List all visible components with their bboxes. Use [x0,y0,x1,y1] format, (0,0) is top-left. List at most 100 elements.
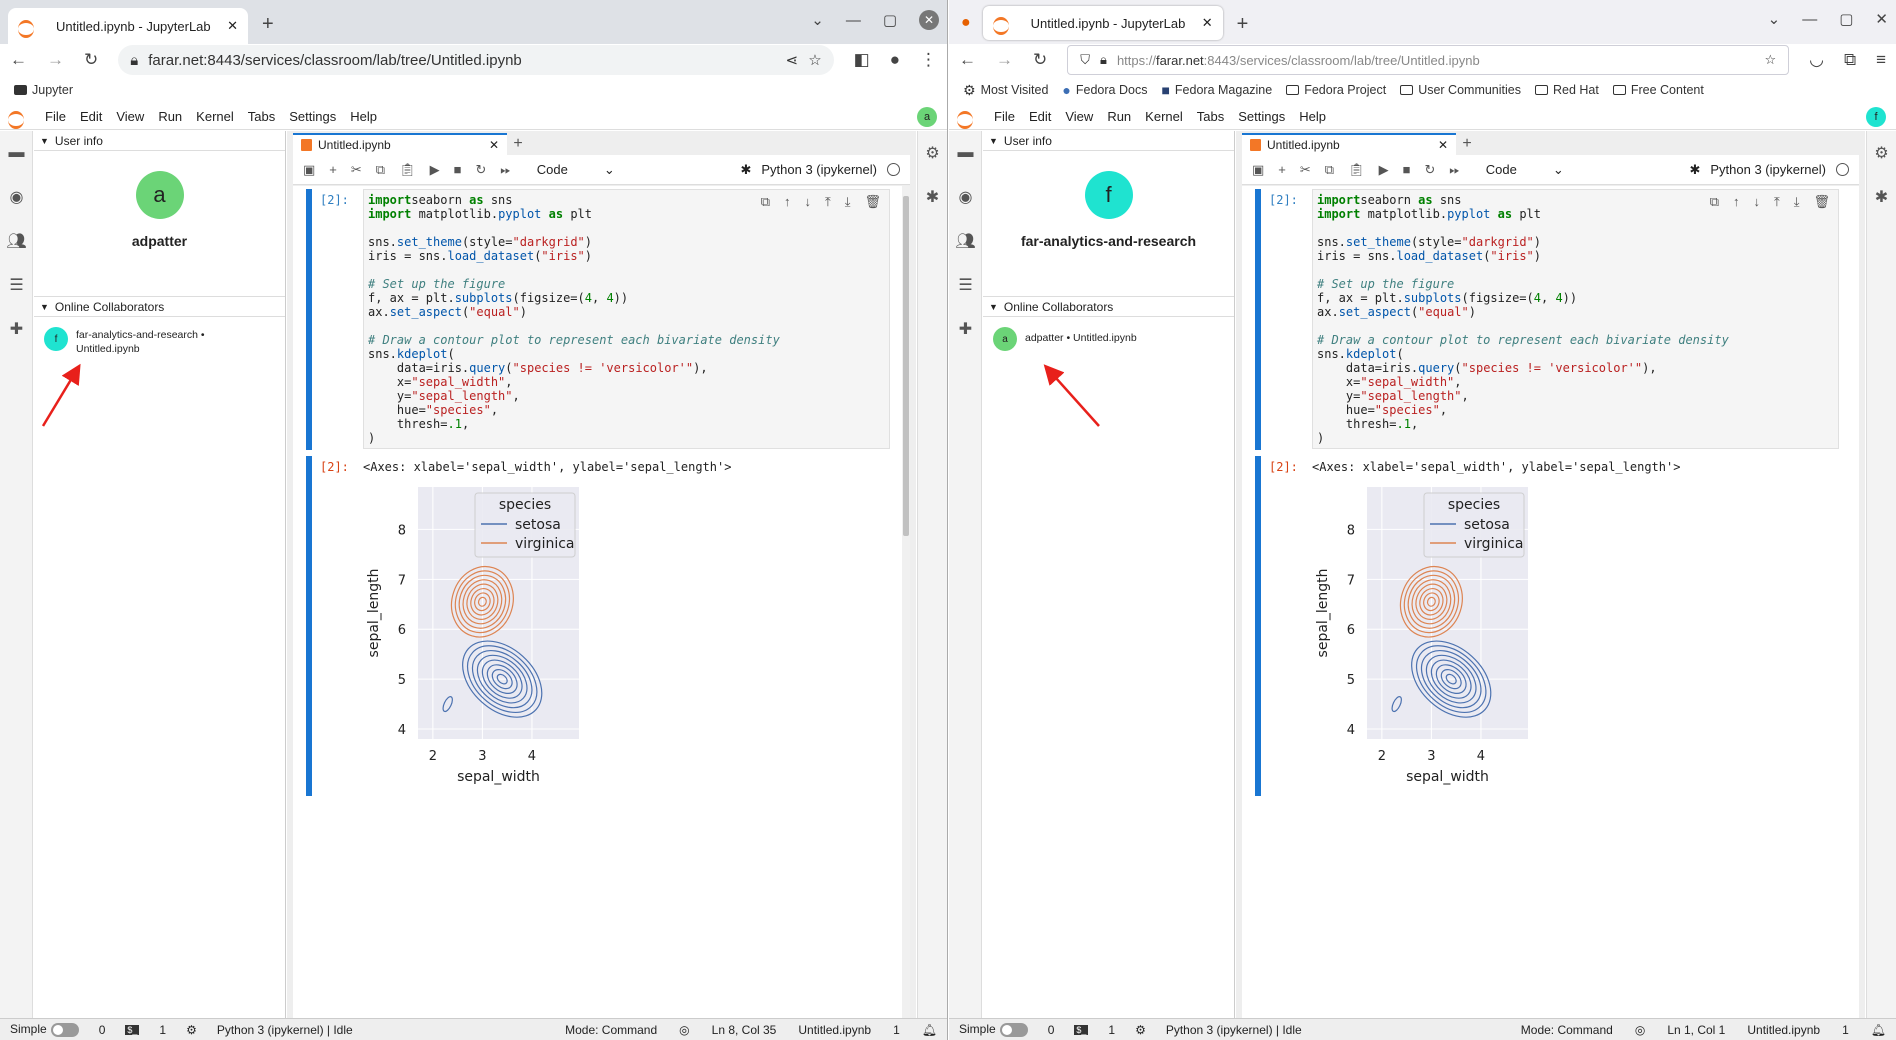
code-line[interactable]: y="sepal_length", [368,389,885,403]
code-line[interactable]: iris = sns.load_dataset("iris") [368,249,885,263]
menu-help[interactable]: Help [343,109,384,124]
save-icon[interactable]: ▣ [303,162,315,178]
move-up-icon[interactable]: ↑ [1733,194,1740,210]
new-tab-button[interactable]: + [1237,13,1249,36]
minimize-icon[interactable]: — [846,12,861,29]
output-selection-bar[interactable] [306,456,312,796]
run-icon[interactable]: ▶ [1379,162,1389,178]
kernel-indicator[interactable]: ✱ Python 3 (ipykernel) [740,162,900,178]
code-line[interactable]: ) [1317,431,1834,445]
extensions-icon[interactable]: ⧉ [1844,50,1856,70]
online-collaborators-header[interactable]: ▼ Online Collaborators [983,297,1234,317]
new-launcher-button[interactable]: + [507,133,529,155]
bookmark-fedora-docs[interactable]: ● Fedora Docs [1062,82,1147,98]
bookmark-most-visited[interactable]: ⚙ Most Visited [963,82,1048,99]
new-launcher-button[interactable]: + [1456,133,1478,155]
menu-file[interactable]: File [987,109,1022,124]
code-line[interactable]: f, ax = plt.subplots(figsize=(4, 4)) [368,291,885,305]
toggle-switch[interactable] [50,1022,79,1037]
menu-icon[interactable]: ≡ [1876,50,1886,70]
copy-icon[interactable]: ⧉ [376,162,385,178]
code-line[interactable]: hue="species", [368,403,885,417]
run-all-icon[interactable]: ⏩︎ [500,162,510,178]
move-up-icon[interactable]: ↑ [784,194,791,210]
address-bar[interactable]: 🔒︎ farar.net:8443/services/classroom/lab… [118,45,834,75]
bookmark-star-icon[interactable]: ☆ [1764,52,1776,68]
reload-icon[interactable]: ↻ [1033,50,1047,70]
bookmark-user-communities[interactable]: User Communities [1400,83,1521,97]
close-icon[interactable]: ✕ [489,138,499,152]
code-line[interactable]: # Set up the figure [368,277,885,291]
minimize-icon[interactable]: — [1802,11,1817,28]
code-line[interactable]: ax.set_aspect("equal") [368,305,885,319]
close-window-icon[interactable]: ✕ [919,10,939,30]
back-icon[interactable]: ← [10,50,27,70]
extensions-icon[interactable]: ✚ [949,307,982,351]
tab-untitled-ipynb[interactable]: Untitled.ipynb ✕ [293,133,507,155]
cut-icon[interactable]: ✂ [351,162,362,178]
duplicate-icon[interactable]: ⧉ [761,194,770,210]
code-line[interactable]: sns.set_theme(style="darkgrid") [368,235,885,249]
debugger-sidebar-icon[interactable]: ✱ [1867,175,1896,219]
reload-icon[interactable]: ↻ [84,50,98,70]
output-selection-bar[interactable] [1255,456,1261,796]
insert-below-icon[interactable]: ⤓ [1794,194,1800,210]
forward-icon[interactable]: → [47,50,64,70]
code-line[interactable]: ax.set_aspect("equal") [1317,305,1834,319]
duplicate-icon[interactable]: ⧉ [1710,194,1719,210]
menu-icon[interactable]: ⋮ [920,50,937,70]
running-icon[interactable]: ◉ [0,175,33,219]
property-inspector-icon[interactable]: ⚙ [1867,131,1896,175]
property-inspector-icon[interactable]: ⚙ [918,131,947,175]
bookmark-star-icon[interactable]: ☆ [808,51,821,69]
user-info-header[interactable]: ▼ User info [34,131,285,151]
simple-mode-toggle[interactable]: Simple [959,1022,1028,1037]
code-line[interactable]: y="sepal_length", [1317,389,1834,403]
code-line[interactable]: x="sepal_width", [1317,375,1834,389]
copy-icon[interactable]: ⧉ [1325,162,1334,178]
close-window-icon[interactable]: ✕ [1875,10,1888,28]
tab-untitled-ipynb[interactable]: Untitled.ipynb ✕ [1242,133,1456,155]
code-cell-editor[interactable]: importseaborn as sns import matplotlib.py… [1312,189,1839,449]
share-icon[interactable]: ⋖ [786,51,799,69]
kernel-indicator[interactable]: ✱ Python 3 (ipykernel) [1689,162,1849,178]
bookmark-fedora-project[interactable]: Fedora Project [1286,83,1386,97]
bell-icon[interactable]: 🔔︎ [1871,1023,1886,1037]
code-content[interactable]: importseaborn as sns import matplotlib.py… [368,193,885,445]
insert-above-icon[interactable]: ⤒ [825,194,831,210]
user-avatar[interactable]: f [1866,107,1886,127]
code-line[interactable]: hue="species", [1317,403,1834,417]
forward-icon[interactable]: → [996,50,1013,70]
code-line[interactable]: thresh=.1, [368,417,885,431]
cell-selection-bar[interactable] [306,189,312,450]
browser-tab[interactable]: Untitled.ipynb - JupyterLab ✕ [982,6,1223,40]
maximize-icon[interactable]: ▢ [883,11,897,29]
notebook-scrollbar[interactable] [902,186,910,1018]
debugger-sidebar-icon[interactable]: ✱ [918,175,947,219]
menu-settings[interactable]: Settings [282,109,343,124]
code-line[interactable]: # Set up the figure [1317,277,1834,291]
code-line[interactable] [368,319,885,333]
insert-cell-icon[interactable]: + [329,162,337,177]
code-line[interactable]: # Draw a contour plot to represent each … [1317,333,1834,347]
bookmark-red-hat[interactable]: Red Hat [1535,83,1599,97]
back-icon[interactable]: ← [959,50,976,70]
maximize-icon[interactable]: ▢ [1839,10,1853,28]
bookmark-item[interactable]: Jupyter [14,83,73,97]
code-line[interactable]: x="sepal_width", [368,375,885,389]
cursor-position[interactable]: Ln 8, Col 35 [712,1023,777,1037]
code-line[interactable] [368,221,885,235]
toc-icon[interactable]: ☰ [949,263,982,307]
menu-file[interactable]: File [38,109,73,124]
profile-icon[interactable]: ● [890,50,900,70]
code-line[interactable]: sns.set_theme(style="darkgrid") [1317,235,1834,249]
extensions-icon[interactable]: ✚ [0,307,33,351]
kernel-status[interactable]: Python 3 (ipykernel) | Idle [217,1023,353,1037]
code-line[interactable] [1317,263,1834,277]
run-icon[interactable]: ▶ [430,162,440,178]
move-down-icon[interactable]: ↓ [804,194,811,210]
delete-icon[interactable]: 🗑︎ [1813,194,1830,210]
menu-tabs[interactable]: Tabs [1190,109,1231,124]
insert-cell-icon[interactable]: + [1278,162,1286,177]
menu-run[interactable]: Run [151,109,189,124]
